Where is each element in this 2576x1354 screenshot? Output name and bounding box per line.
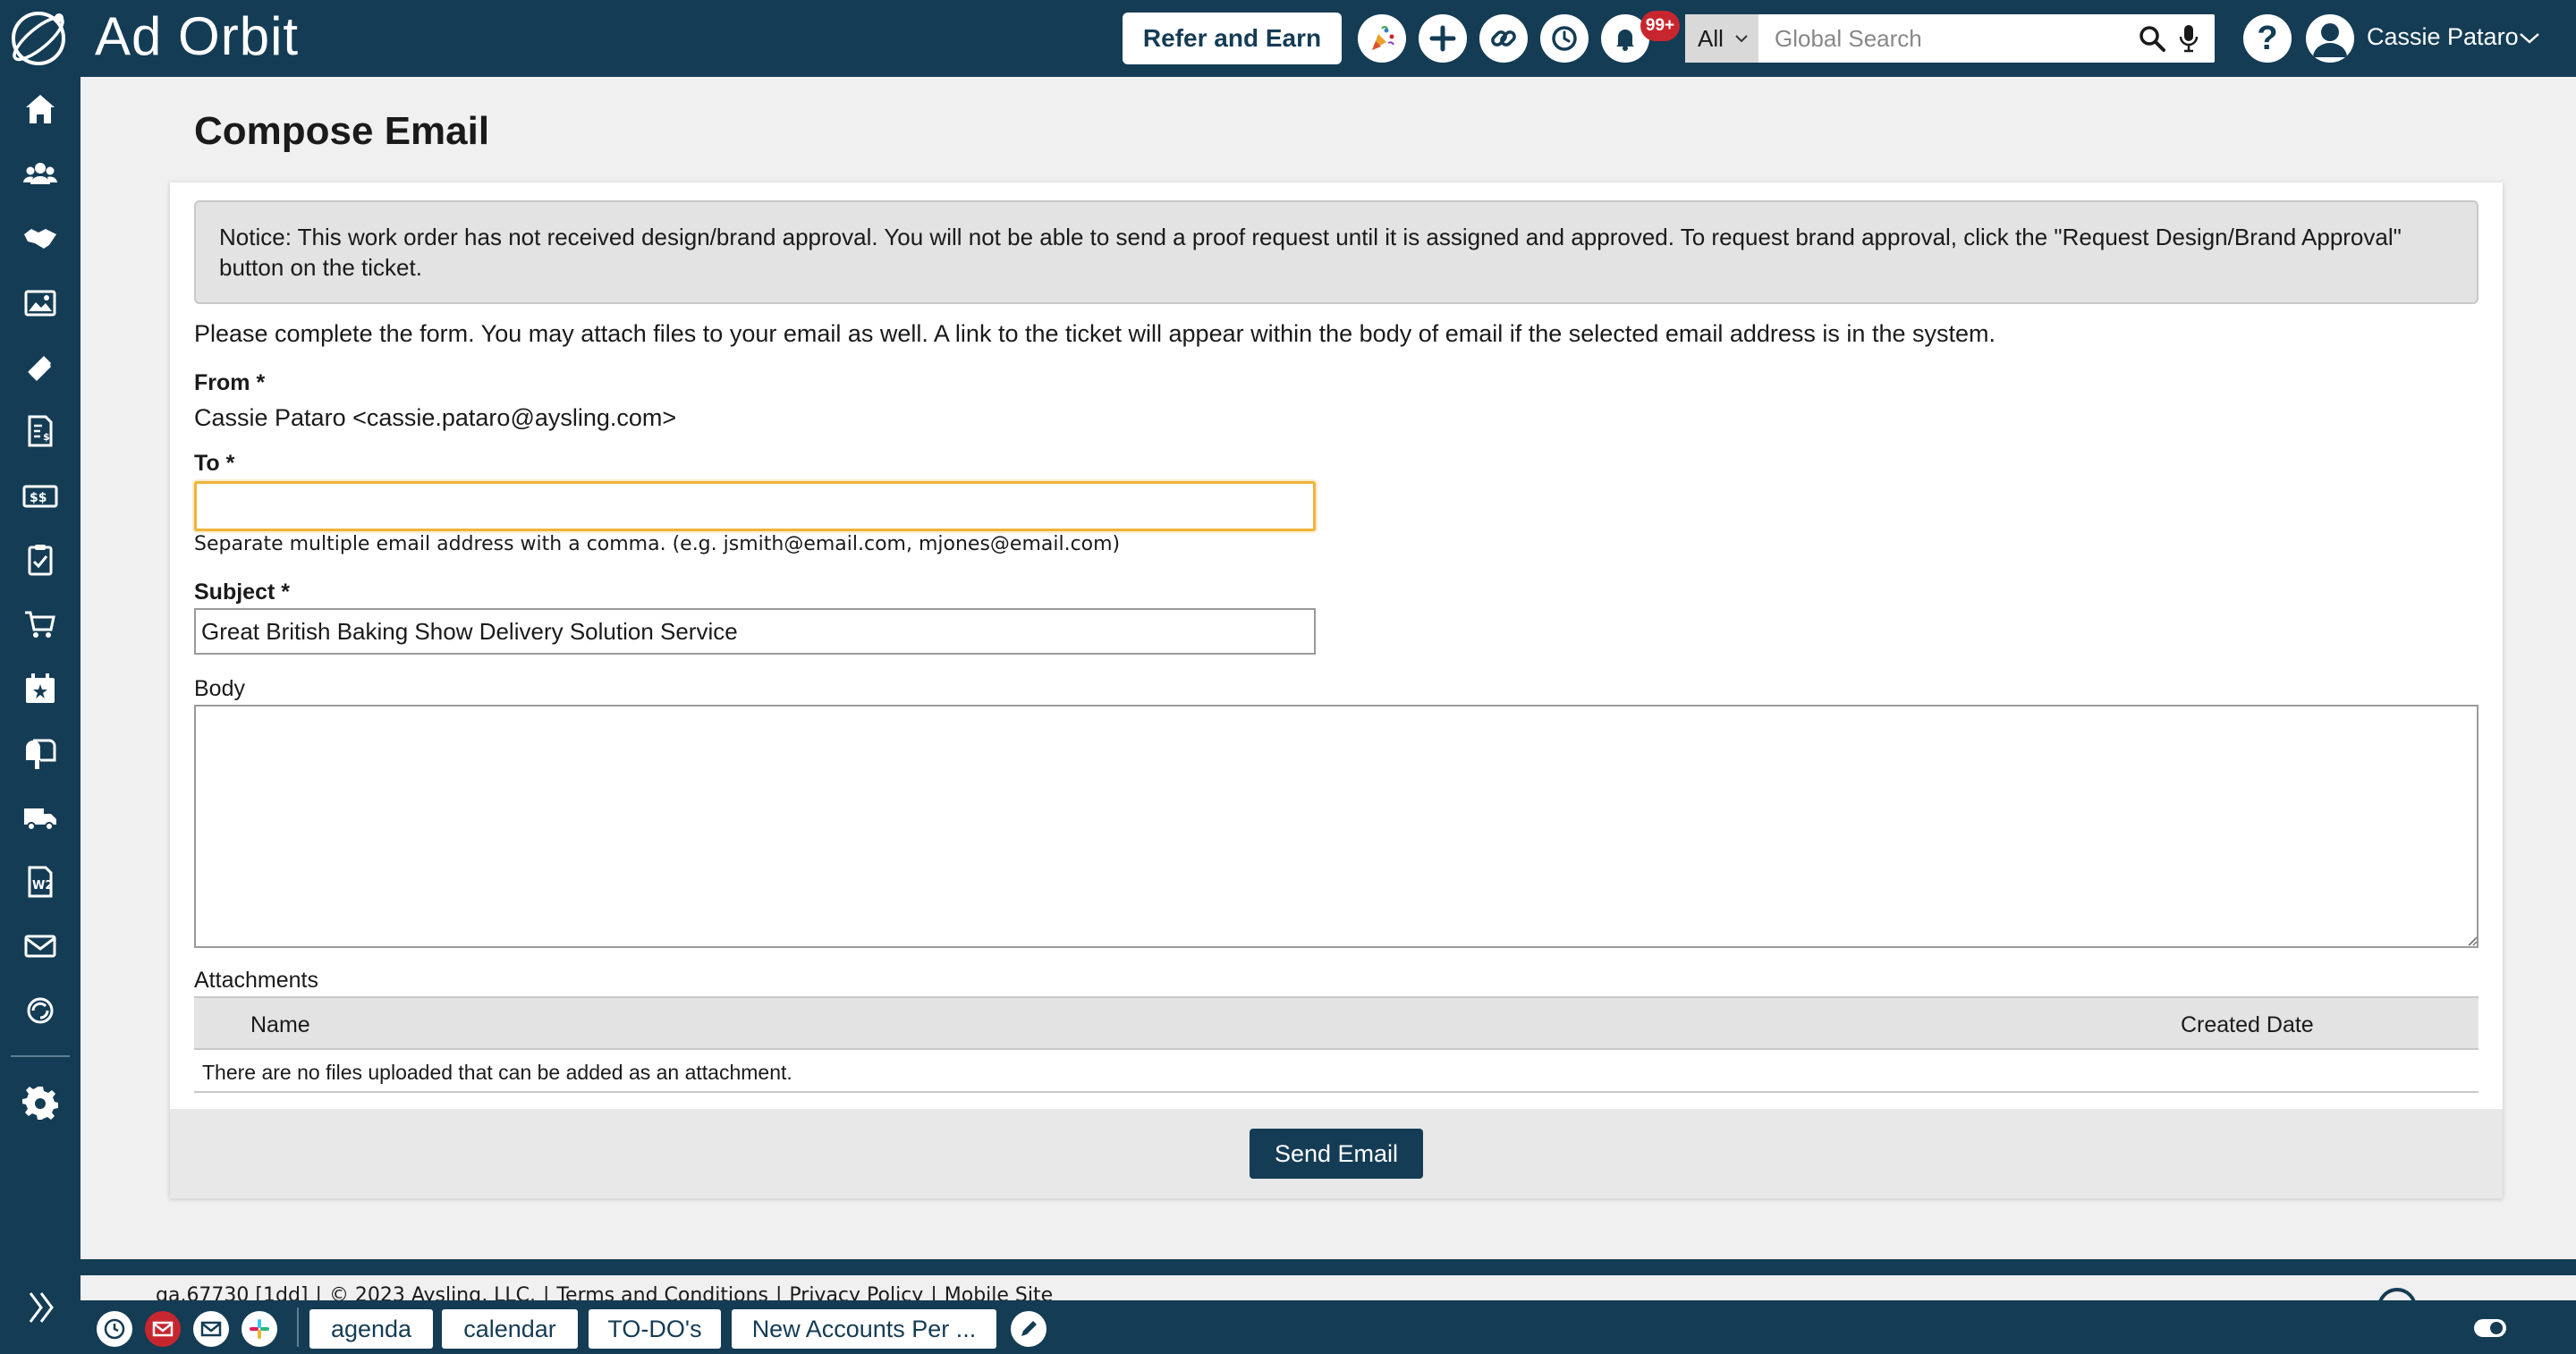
sidebar-item-delivery[interactable] — [21, 798, 60, 837]
attachments-empty-message: There are no files uploaded that can be … — [202, 1061, 792, 1084]
ticket-icon — [28, 356, 51, 381]
taskbar-agenda-button[interactable]: agenda — [309, 1309, 433, 1349]
taskbar-slack-icon[interactable] — [242, 1311, 277, 1347]
sidebar-item-deals[interactable] — [21, 218, 60, 258]
approval-notice: Notice: This work order has not received… — [194, 200, 2479, 304]
settings-icon — [22, 1087, 58, 1120]
from-value: Cassie Pataro <cassie.pataro@aysling.com… — [194, 404, 677, 431]
global-search-input[interactable] — [1758, 14, 2134, 63]
search-scope-value: All — [1698, 24, 1724, 52]
table-row-divider — [194, 1091, 2479, 1093]
column-header-created-date[interactable]: Created Date — [2181, 1012, 2314, 1038]
sync-icon — [27, 997, 54, 1024]
taskbar-new-accounts-button[interactable]: New Accounts Per ... — [732, 1309, 996, 1349]
sidebar-divider — [11, 1055, 70, 1057]
sidebar-item-email[interactable] — [21, 927, 60, 966]
page-title: Compose Email — [194, 109, 490, 153]
party-popper-icon[interactable] — [1358, 14, 1406, 63]
clipboard-icon — [28, 545, 53, 576]
calendar-star-icon — [26, 673, 55, 703]
body-label: Body — [194, 676, 245, 701]
sidebar-item-calendar[interactable] — [21, 669, 60, 708]
sidebar-item-invoices[interactable]: $ — [21, 411, 60, 451]
gallery-icon — [24, 290, 56, 317]
sidebar: $ $$ W2 — [0, 77, 80, 1354]
global-search: All — [1685, 14, 2215, 63]
app-logo[interactable]: Ad Orbit — [0, 0, 358, 77]
attachments-table-header — [194, 996, 2479, 1050]
sidebar-item-sync[interactable] — [21, 991, 60, 1030]
logo-text: Ad Orbit — [95, 6, 300, 66]
invoice-icon: $ — [28, 415, 53, 447]
subject-field[interactable] — [194, 608, 1316, 655]
taskbar-calendar-button[interactable]: calendar — [442, 1309, 578, 1349]
sidebar-item-mailbox[interactable] — [21, 733, 60, 773]
to-email-field[interactable] — [194, 481, 1316, 531]
truck-icon — [24, 808, 56, 831]
sidebar-item-payroll[interactable]: W2 — [21, 862, 60, 901]
sidebar-item-home[interactable] — [21, 89, 60, 129]
sidebar-item-gallery[interactable] — [21, 283, 60, 322]
form-instructions: Please complete the form. You may attach… — [194, 320, 1996, 347]
notifications-badge: 99+ — [1640, 11, 1680, 41]
home-icon — [26, 95, 55, 123]
expand-sidebar-icon[interactable] — [25, 1286, 57, 1329]
send-email-button[interactable]: Send Email — [1250, 1129, 1423, 1179]
sidebar-item-tasks[interactable] — [21, 540, 60, 580]
sidebar-item-contacts[interactable] — [21, 154, 60, 193]
handshake-icon — [24, 229, 56, 249]
subject-label: Subject * — [194, 580, 290, 605]
taskbar-mail-alert-icon[interactable] — [145, 1311, 181, 1347]
svg-text:W2: W2 — [32, 879, 53, 893]
search-icon[interactable] — [2138, 24, 2166, 53]
link-icon[interactable] — [1479, 14, 1528, 63]
contacts-icon — [23, 163, 57, 184]
to-label: To * — [194, 451, 235, 476]
body-textarea[interactable] — [194, 705, 2479, 948]
search-scope-select[interactable]: All — [1685, 14, 1758, 63]
taskbar-mail-icon[interactable] — [193, 1311, 229, 1347]
help-icon[interactable]: ? — [2243, 14, 2292, 63]
sidebar-item-tickets[interactable] — [21, 347, 60, 386]
svg-text:$$: $$ — [30, 491, 47, 505]
sidebar-item-orders[interactable] — [21, 605, 60, 644]
add-icon[interactable] — [1419, 14, 1467, 63]
taskbar-edit-icon[interactable] — [1011, 1311, 1046, 1347]
user-name[interactable]: Cassie Pataro — [2367, 23, 2519, 51]
svg-text:$: $ — [43, 431, 50, 443]
taskbar-divider — [297, 1307, 299, 1347]
compose-email-panel: Notice: This work order has not received… — [170, 182, 2503, 1198]
w2-icon: W2 — [28, 866, 53, 898]
refer-and-earn-button[interactable]: Refer and Earn — [1123, 13, 1342, 64]
cart-icon — [25, 611, 55, 638]
attachments-label: Attachments — [194, 968, 318, 993]
sidebar-item-billing[interactable]: $$ — [21, 476, 60, 515]
money-icon: $$ — [22, 485, 58, 508]
from-label: From * — [194, 370, 266, 395]
history-icon[interactable] — [1540, 14, 1589, 63]
mailbox-icon — [26, 739, 56, 769]
chevron-down-icon[interactable] — [2519, 30, 2540, 45]
microphone-icon[interactable] — [2175, 23, 2202, 54]
toggle-switch-icon[interactable] — [2472, 1315, 2508, 1341]
avatar[interactable] — [2306, 14, 2354, 63]
chevron-down-icon — [1735, 35, 1748, 43]
page-footer-stripe — [80, 1259, 2576, 1275]
orbit-logo-icon — [12, 12, 65, 65]
sidebar-item-settings[interactable] — [21, 1084, 60, 1123]
to-field-help: Separate multiple email address with a c… — [194, 533, 1121, 555]
column-header-name[interactable]: Name — [250, 1012, 310, 1038]
taskbar-todo-button[interactable]: TO-DO's — [589, 1309, 721, 1349]
mail-icon — [24, 935, 56, 958]
taskbar-clock-icon[interactable] — [97, 1311, 132, 1347]
resize-handle-icon[interactable] — [2465, 934, 2478, 946]
